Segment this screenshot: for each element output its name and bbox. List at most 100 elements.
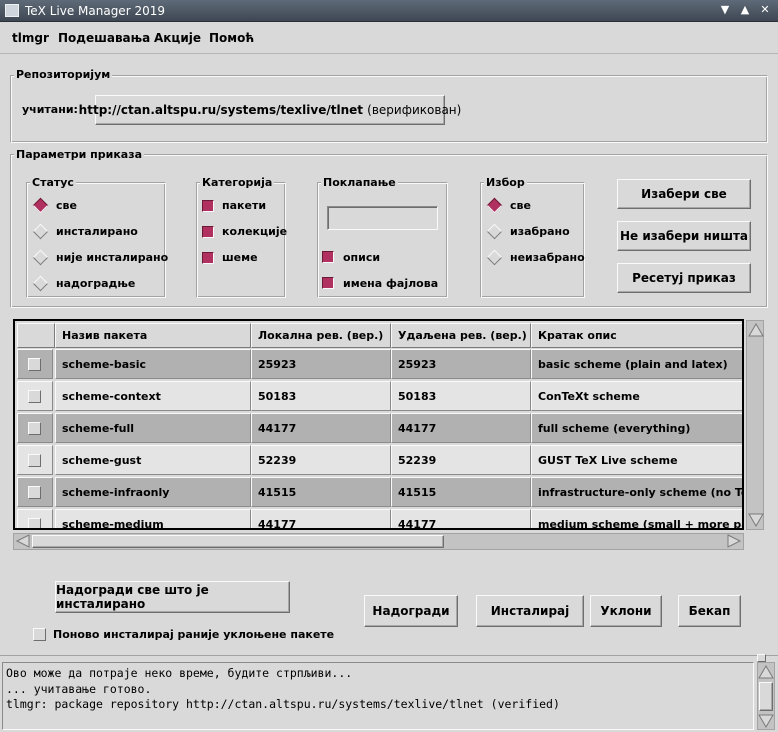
menu-settings[interactable]: Подешавања (58, 31, 150, 45)
display-params-legend: Параметри приказа (14, 148, 145, 161)
log-divider (0, 655, 778, 656)
row-remote-rev: 50183 (391, 381, 531, 411)
table-horizontal-scrollbar[interactable] (13, 533, 744, 550)
table-row[interactable]: scheme-medium 44177 44177 medium scheme … (15, 509, 742, 528)
log-line: ... учитавање готово. (6, 681, 152, 696)
scroll-down-arrow-icon[interactable] (748, 512, 764, 528)
selection-unselected-label[interactable]: неизабрано (510, 251, 585, 264)
scroll-up-arrow-icon[interactable] (748, 322, 764, 338)
reset-view-button[interactable]: Ресетуј приказ (617, 263, 751, 293)
match-search-input[interactable] (327, 206, 438, 230)
minimize-icon[interactable]: ▼ (718, 3, 732, 17)
row-description: infrastructure-only scheme (no TeX at al… (531, 477, 742, 507)
match-descriptions-checkbox[interactable] (322, 251, 334, 263)
match-filenames-label[interactable]: имена фајлова (343, 277, 438, 290)
match-descriptions-label[interactable]: описи (343, 251, 380, 264)
row-local-rev: 50183 (251, 381, 391, 411)
status-updates-label[interactable]: надоградње (56, 277, 135, 290)
row-select-cell (17, 413, 53, 443)
status-not-installed-label[interactable]: није инсталирано (56, 251, 168, 264)
scroll-left-arrow-icon[interactable] (15, 534, 31, 549)
status-all-label[interactable]: све (56, 199, 77, 212)
row-remote-rev: 52239 (391, 445, 531, 475)
menu-bar: tlmgr Подешавања Акције Помоћ (0, 22, 778, 54)
log-scroll-down-arrow-icon[interactable] (758, 713, 774, 729)
update-button[interactable]: Надогради (364, 595, 458, 627)
category-schemes-checkbox[interactable] (202, 252, 214, 264)
table-row[interactable]: scheme-full 44177 44177 full scheme (eve… (15, 413, 742, 445)
row-select-cell (17, 349, 53, 379)
table-row[interactable]: scheme-infraonly 41515 41515 infrastruct… (15, 477, 742, 509)
horizontal-scroll-thumb[interactable] (32, 535, 444, 548)
table-vertical-scrollbar[interactable] (746, 320, 764, 530)
row-name: scheme-infraonly (55, 477, 251, 507)
category-collections-label[interactable]: колекције (222, 225, 287, 238)
match-filenames-checkbox[interactable] (322, 277, 334, 289)
log-scroll-thumb[interactable] (759, 682, 773, 711)
table-header-description[interactable]: Кратак опис (531, 323, 742, 348)
reinstall-removed-checkbox[interactable] (33, 628, 46, 641)
table-header-name[interactable]: Назив пакета (55, 323, 251, 348)
row-description: full scheme (everything) (531, 413, 742, 443)
repository-status: (верификован) (367, 103, 462, 117)
app-icon (5, 4, 19, 17)
status-legend: Статус (30, 176, 76, 189)
table-header-select[interactable] (17, 323, 55, 348)
row-local-rev: 44177 (251, 509, 391, 528)
select-all-button[interactable]: Изабери све (617, 179, 751, 209)
category-packages-label[interactable]: пакети (222, 199, 266, 212)
table-header-remote-rev[interactable]: Удаљена рев. (вер.) (391, 323, 531, 348)
category-schemes-label[interactable]: шеме (222, 251, 258, 264)
row-description: medium scheme (small + more packages) (531, 509, 742, 528)
row-select-checkbox[interactable] (28, 390, 41, 403)
menu-help[interactable]: Помоћ (209, 31, 254, 45)
row-name: scheme-medium (55, 509, 251, 528)
reinstall-removed-label[interactable]: Поново инсталирај раније уклоњене пакете (53, 628, 334, 641)
menu-actions[interactable]: Акције (154, 31, 201, 45)
close-icon[interactable]: ✕ (758, 3, 772, 17)
row-select-cell (17, 477, 53, 507)
row-name: scheme-gust (55, 445, 251, 475)
row-select-cell (17, 509, 53, 528)
menu-tlmgr[interactable]: tlmgr (12, 31, 49, 45)
table-row[interactable]: scheme-context 50183 50183 ConTeXt schem… (15, 381, 742, 413)
pane-sash-handle[interactable] (757, 654, 766, 662)
row-name: scheme-context (55, 381, 251, 411)
row-select-cell (17, 381, 53, 411)
select-none-button[interactable]: Не изабери ништа (617, 221, 751, 251)
log-line: tlmgr: package repository http://ctan.al… (6, 697, 560, 711)
row-remote-rev: 25923 (391, 349, 531, 379)
row-select-checkbox[interactable] (28, 358, 41, 371)
scroll-right-arrow-icon[interactable] (726, 534, 742, 549)
repository-url-button[interactable]: http://ctan.altspu.ru/systems/texlive/tl… (79, 95, 461, 125)
backup-button[interactable]: Бекап (678, 595, 741, 627)
table-row[interactable]: scheme-basic 25923 25923 basic scheme (p… (15, 349, 742, 381)
log-line: Ово може да потраје неко време, будите с… (6, 666, 353, 680)
row-local-rev: 41515 (251, 477, 391, 507)
remove-button[interactable]: Уклони (590, 595, 662, 627)
table-row[interactable]: scheme-gust 52239 52239 GUST TeX Live sc… (15, 445, 742, 477)
category-legend: Категорија (200, 176, 275, 189)
log-output[interactable]: Ово може да потраје неко време, будите с… (2, 662, 754, 730)
row-select-checkbox[interactable] (28, 518, 41, 528)
title-bar[interactable]: TeX Live Manager 2019 ▼ ▲ ✕ (0, 0, 778, 22)
category-collections-checkbox[interactable] (202, 226, 214, 238)
table-header-local-rev[interactable]: Локална рев. (вер.) (251, 323, 391, 348)
log-scroll-up-arrow-icon[interactable] (758, 664, 774, 680)
package-table[interactable]: Назив пакета Локална рев. (вер.) Удаљена… (13, 319, 744, 530)
update-all-button[interactable]: Надогради све што је инсталирано (55, 581, 290, 613)
row-description: GUST TeX Live scheme (531, 445, 742, 475)
selection-legend: Избор (484, 176, 527, 189)
selection-all-label[interactable]: све (510, 199, 531, 212)
install-button[interactable]: Инсталирај (476, 595, 584, 627)
row-local-rev: 44177 (251, 413, 391, 443)
maximize-icon[interactable]: ▲ (738, 3, 752, 17)
status-installed-label[interactable]: инсталирано (56, 225, 138, 238)
row-local-rev: 52239 (251, 445, 391, 475)
row-select-checkbox[interactable] (28, 422, 41, 435)
row-select-checkbox[interactable] (28, 486, 41, 499)
category-packages-checkbox[interactable] (202, 200, 214, 212)
log-vertical-scrollbar[interactable] (757, 662, 775, 730)
selection-selected-label[interactable]: изабрано (510, 225, 570, 238)
row-select-checkbox[interactable] (28, 454, 41, 467)
